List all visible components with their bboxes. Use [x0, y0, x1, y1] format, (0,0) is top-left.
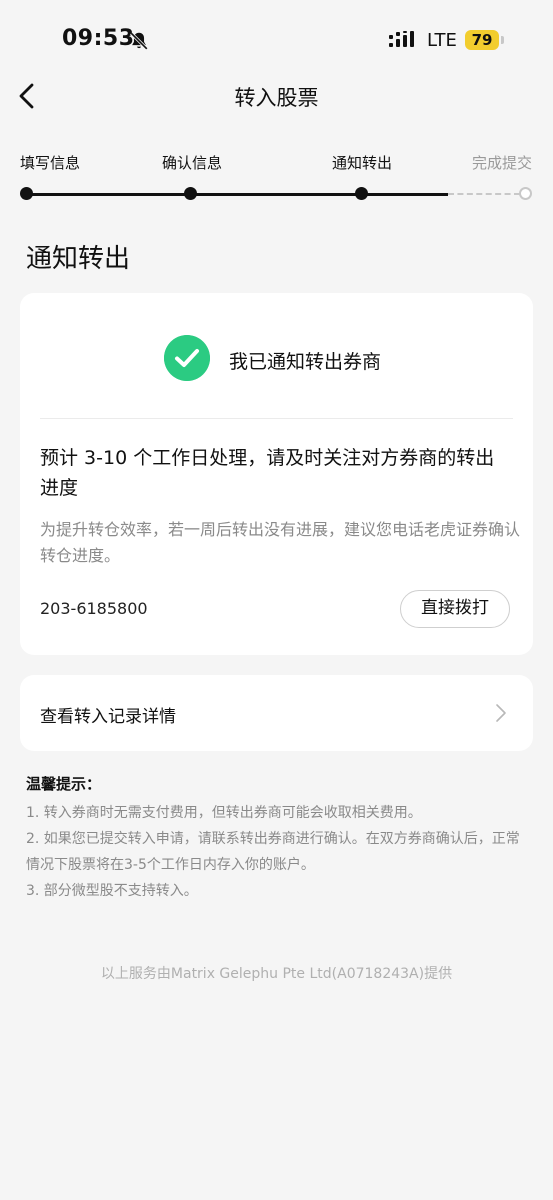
- notice-card: 我已通知转出券商 预计 3-10 个工作日处理，请及时关注对方券商的转出进度 为…: [20, 293, 533, 655]
- page-title: 转入股票: [234, 86, 319, 110]
- service-provider-footer: 以上服务由Matrix Gelephu Pte Ltd(A0718243A)提供: [100, 966, 453, 982]
- step-dot-current: [355, 187, 368, 200]
- step-label-confirm-info: 确认信息: [162, 154, 223, 172]
- progress-track-done: [26, 193, 448, 196]
- step-dot-pending: [519, 187, 532, 200]
- tip-item: 1. 转入券商时无需支付费用，但转出券商可能会收取相关费用。: [26, 805, 422, 821]
- network-type: LTE: [427, 30, 457, 51]
- status-bar: 09:53 LTE 79: [0, 0, 553, 80]
- step-label-complete: 完成提交: [472, 154, 533, 172]
- phone-number: 203-6185800: [40, 599, 148, 618]
- tips-title: 温馨提示：: [26, 775, 102, 793]
- processing-headline: 预计 3-10 个工作日处理，请及时关注对方券商的转出进度: [40, 447, 495, 499]
- step-label-notify-transfer: 通知转出: [332, 154, 393, 172]
- divider: [40, 418, 513, 419]
- processing-description: 为提升转仓效率，若一周后转出没有进展，建议您电话老虎证券确认转仓进度。: [40, 520, 521, 565]
- step-label-fill-info: 填写信息: [20, 154, 81, 172]
- battery-level: 79: [465, 30, 499, 50]
- section-title: 通知转出: [26, 244, 131, 274]
- tips-list: 1. 转入券商时无需支付费用，但转出券商可能会收取相关费用。 2. 如果您已提交…: [26, 800, 526, 904]
- nav-bar: 转入股票: [0, 70, 553, 122]
- progress-track-pending: [448, 193, 520, 195]
- transfer-record-link[interactable]: 查看转入记录详情: [20, 675, 533, 751]
- cellular-signal-icon: [389, 31, 414, 47]
- status-time: 09:53: [62, 26, 135, 51]
- call-button[interactable]: 直接拨打: [400, 590, 510, 628]
- step-dot-done: [184, 187, 197, 200]
- tip-item: 3. 部分微型股不支持转入。: [26, 883, 198, 899]
- progress-steps: 填写信息 确认信息 通知转出 完成提交: [0, 150, 553, 210]
- chevron-right-icon: [496, 704, 506, 722]
- bell-off-icon: [130, 32, 148, 50]
- confirm-text: 我已通知转出券商: [229, 351, 382, 373]
- tip-item: 2. 如果您已提交转入申请，请联系转出券商进行确认。在双方券商确认后，正常情况下…: [26, 831, 520, 873]
- battery-icon: 79: [465, 30, 505, 50]
- transfer-record-label: 查看转入记录详情: [40, 707, 176, 727]
- check-circle-icon: [164, 335, 210, 381]
- step-dot-done: [20, 187, 33, 200]
